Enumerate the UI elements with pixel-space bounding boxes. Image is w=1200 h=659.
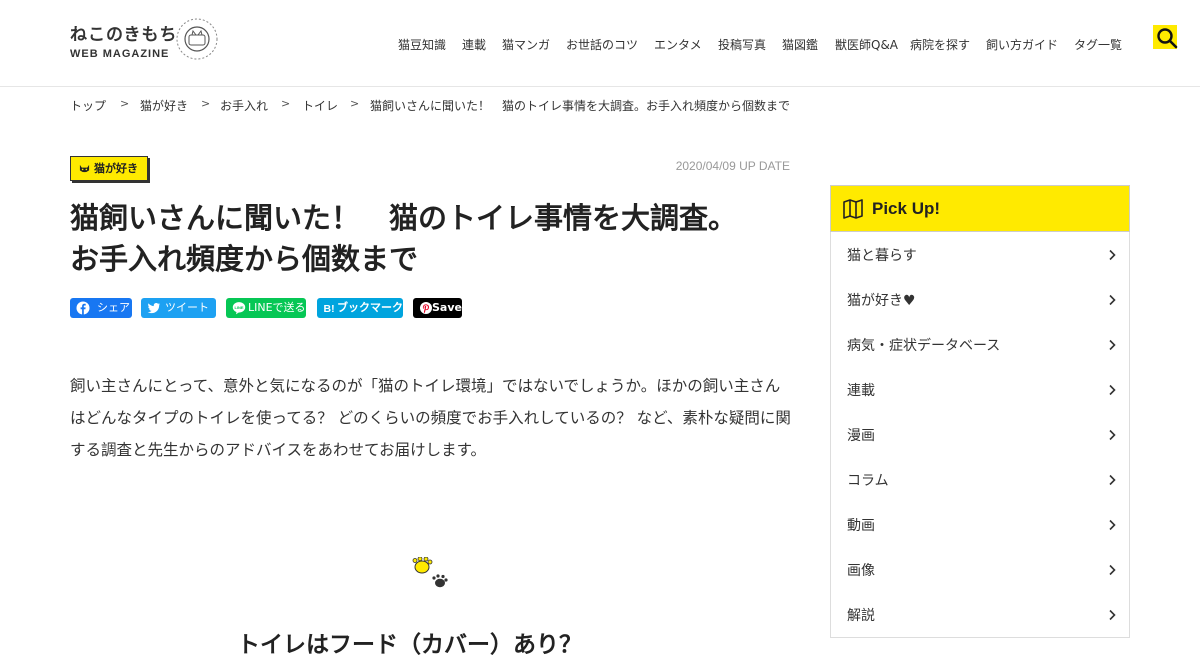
hatena-bookmark-button[interactable]: B! ブックマーク: [317, 298, 403, 318]
article-title: 猫飼いさんに聞いた！ 猫のトイレ事情を大調査。 お手入れ頻度から個数まで: [70, 198, 790, 280]
facebook-share-button[interactable]: シェア: [70, 298, 132, 318]
search-icon: [1157, 28, 1178, 49]
article-lead: 飼い主さんにとって、意外と気になるのが「猫のトイレ環境」ではないでしょうか。ほか…: [70, 377, 791, 459]
line-share-button[interactable]: LINE LINEで送る: [226, 298, 306, 318]
nav-item-tags[interactable]: タグ一覧: [1074, 36, 1122, 53]
chevron-right-icon: [1109, 429, 1116, 441]
global-nav: 猫豆知識 連載 猫マンガ お世話のコツ エンタメ 投稿写真 猫図鑑 獣医師Q&A…: [0, 36, 1200, 54]
facebook-icon: [76, 301, 90, 315]
section-heading: トイレはフード（カバー）あり？: [237, 632, 582, 659]
sidebar-item-image[interactable]: 画像: [830, 547, 1130, 593]
pinterest-save-button[interactable]: Save: [413, 298, 462, 318]
nav-item-zukan[interactable]: 猫図鑑: [782, 36, 818, 53]
line-icon: LINE: [232, 302, 246, 315]
chevron-right-icon: [1109, 294, 1116, 306]
sidebar-item-manga[interactable]: 漫画: [830, 412, 1130, 458]
breadcrumb-separator: >: [350, 97, 360, 110]
chevron-right-icon: [1109, 249, 1116, 261]
breadcrumb-nekogasuki[interactable]: 猫が好き: [140, 97, 188, 114]
nav-item-vet-qa[interactable]: 獣医師Q&A: [835, 36, 898, 53]
sidebar-item-label: 猫と暮らす: [847, 248, 917, 264]
paw-print-icon: [412, 557, 448, 588]
nav-item-toukou[interactable]: 投稿写真: [718, 36, 766, 53]
chevron-right-icon: [1109, 474, 1116, 486]
chevron-right-icon: [1109, 384, 1116, 396]
category-badge[interactable]: 猫が好き: [70, 156, 148, 181]
cat-face-icon: [79, 164, 90, 173]
sidebar-item-label: 連載: [847, 383, 875, 399]
breadcrumb-current: 猫飼いさんに聞いた！ 猫のトイレ事情を大調査。お手入れ頻度から個数まで: [370, 99, 791, 113]
hatena-bookmark-icon: B!: [324, 303, 335, 315]
nav-item-osewa[interactable]: お世話のコツ: [566, 36, 638, 53]
svg-text:LINE: LINE: [234, 305, 243, 310]
twitter-share-label: ツイート: [165, 301, 209, 314]
nav-item-guide[interactable]: 飼い方ガイド: [986, 36, 1058, 53]
article-title-line1: 猫飼いさんに聞いた！ 猫のトイレ事情を大調査。: [70, 201, 738, 235]
breadcrumb-separator: >: [281, 97, 291, 110]
hatena-bookmark-label: ブックマーク: [337, 301, 403, 314]
sidebar-item-label: 猫が好き♥: [847, 293, 916, 309]
search-button[interactable]: [1153, 25, 1178, 49]
twitter-icon: [147, 303, 160, 314]
sidebar-item-label: 画像: [847, 563, 875, 579]
facebook-share-label: シェア: [97, 301, 130, 314]
nav-item-hospital[interactable]: 病院を探す: [910, 36, 970, 53]
sidebar-item-nekotokurasu[interactable]: 猫と暮らす: [830, 232, 1130, 278]
nav-item-manga[interactable]: 猫マンガ: [502, 36, 550, 53]
sidebar-item-kaisetsu[interactable]: 解説: [830, 592, 1130, 638]
sidebar-item-label: 動画: [847, 518, 875, 534]
pinterest-save-label: Save: [432, 301, 462, 314]
breadcrumb-separator: >: [120, 97, 130, 110]
sidebar-item-nekogasuki[interactable]: 猫が好き♥: [830, 277, 1130, 323]
svg-text:B!: B!: [324, 303, 335, 315]
chevron-right-icon: [1109, 339, 1116, 351]
breadcrumb-separator: >: [201, 97, 211, 110]
chevron-right-icon: [1109, 564, 1116, 576]
publish-date: 2020/04/09 UP DATE: [675, 159, 790, 173]
category-label: 猫が好き: [94, 162, 138, 175]
sidebar-item-rensai[interactable]: 連載: [830, 367, 1130, 413]
breadcrumb-top[interactable]: トップ: [70, 97, 106, 114]
twitter-share-button[interactable]: ツイート: [141, 298, 216, 318]
sidebar-item-video[interactable]: 動画: [830, 502, 1130, 548]
line-share-label: LINEで送る: [248, 301, 306, 314]
breadcrumb-oteire[interactable]: お手入れ: [220, 97, 268, 114]
site-header: ねこのきもち WEB MAGAZINE 猫豆知識 連載 猫マンガ お世話のコツ …: [0, 0, 1200, 87]
map-icon: [843, 199, 863, 219]
article-title-line2: お手入れ頻度から個数まで: [70, 242, 419, 276]
chevron-right-icon: [1109, 609, 1116, 621]
sidebar-item-disease-database[interactable]: 病気・症状データベース: [830, 322, 1130, 368]
pickup-header: Pick Up!: [830, 185, 1130, 232]
sidebar-item-column[interactable]: コラム: [830, 457, 1130, 503]
sidebar-item-label: 病気・症状データベース: [847, 338, 1001, 354]
chevron-right-icon: [1109, 519, 1116, 531]
breadcrumb-toilet[interactable]: トイレ: [302, 97, 338, 114]
sidebar-item-label: 解説: [847, 608, 875, 624]
nav-item-rensai[interactable]: 連載: [462, 36, 486, 53]
sidebar-item-label: 漫画: [847, 428, 875, 444]
nav-item-entame[interactable]: エンタメ: [654, 36, 702, 53]
sidebar-item-label: コラム: [847, 473, 889, 489]
pinterest-icon: [420, 302, 432, 314]
nav-item-mamechishiki[interactable]: 猫豆知識: [398, 36, 446, 53]
pickup-title: Pick Up!: [872, 199, 941, 218]
